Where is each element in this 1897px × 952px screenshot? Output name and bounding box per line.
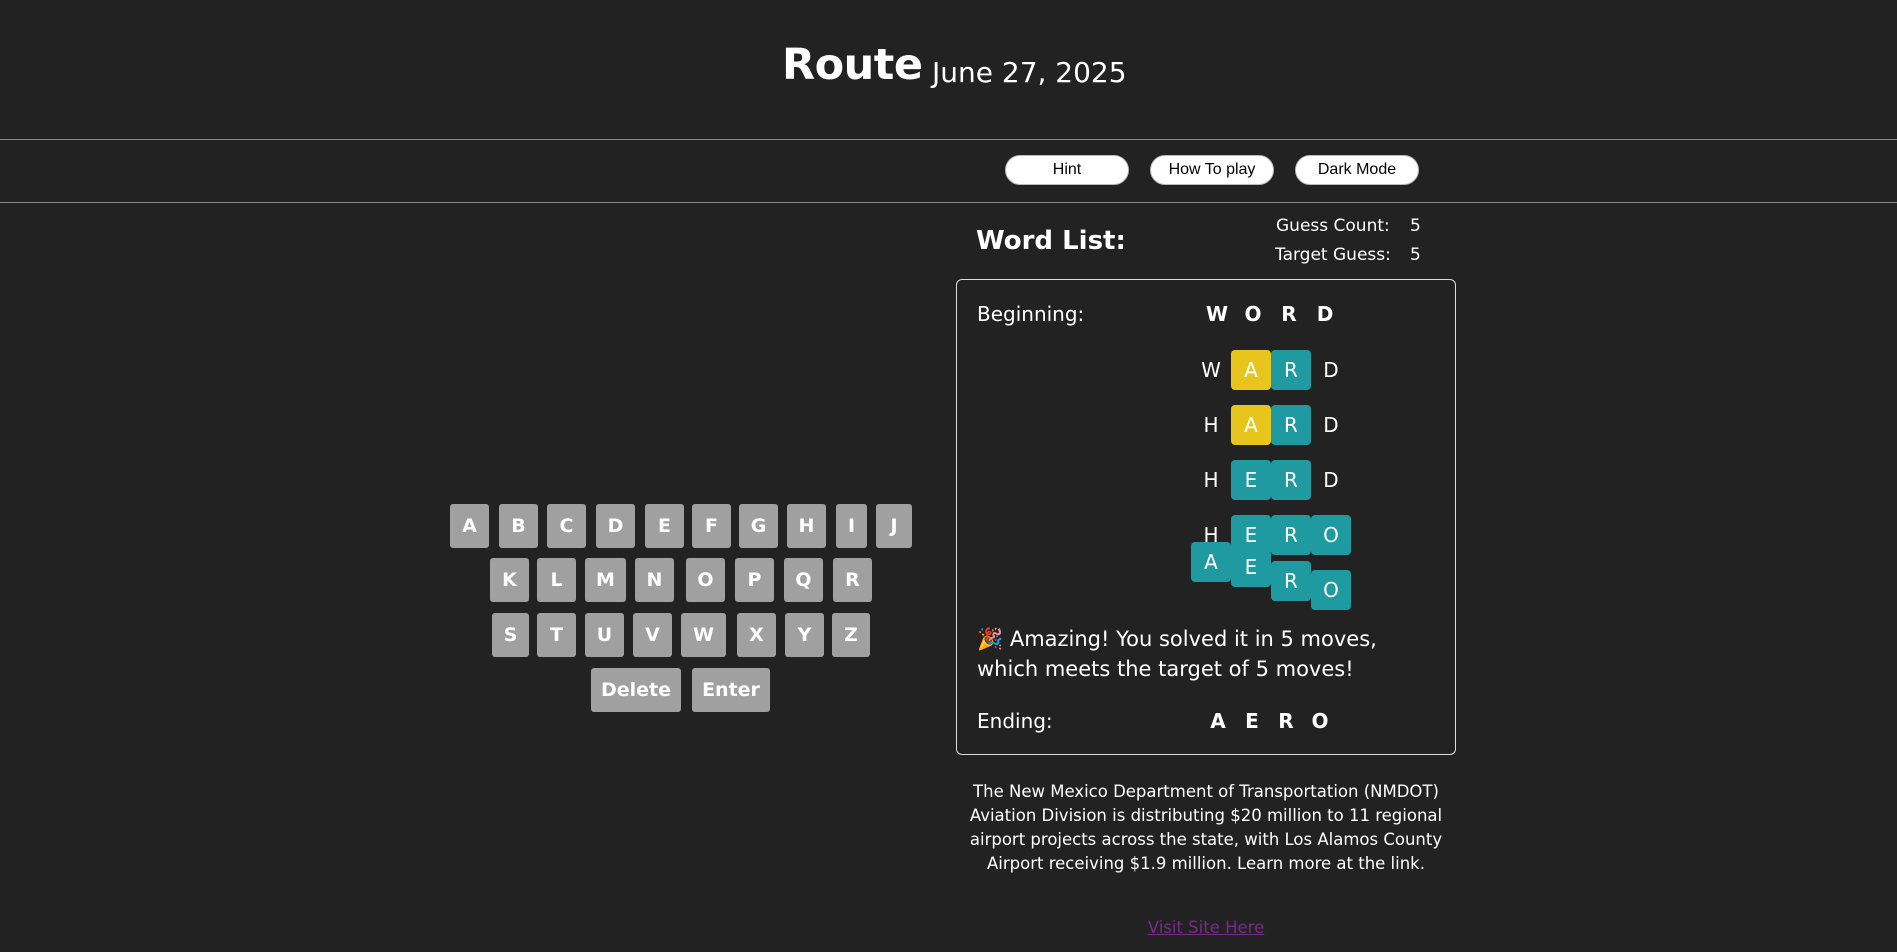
guess-tile: R [1271,405,1311,445]
news-blurb: The New Mexico Department of Transportat… [969,782,1443,873]
beginning-letter: R [1281,302,1297,326]
guess-tile: A [1231,405,1271,445]
guess-tile: D [1323,413,1339,437]
guess-tile: W [1201,358,1221,382]
guess-count-value: 5 [1410,216,1421,236]
key-i[interactable]: I [836,504,867,548]
key-z[interactable]: Z [832,613,870,657]
how-to-play-button[interactable]: How To play [1150,155,1274,185]
beginning-word: WORD [1199,302,1343,326]
key-d[interactable]: D [596,504,635,548]
key-g[interactable]: G [739,504,778,548]
key-f[interactable]: F [692,504,731,548]
enter-key[interactable]: Enter [692,668,770,712]
key-a[interactable]: A [450,504,489,548]
guess-tile: R [1271,515,1311,555]
key-x[interactable]: X [737,613,776,657]
key-v[interactable]: V [633,613,672,657]
ending-label: Ending: [977,709,1053,733]
key-y[interactable]: Y [785,613,824,657]
ending-letter: R [1278,709,1294,733]
guess-tile: A [1231,350,1271,390]
key-m[interactable]: M [585,558,626,602]
result-message: 🎉 Amazing! You solved it in 5 moves, whi… [977,627,1377,681]
guess-tile: H [1203,468,1219,492]
key-t[interactable]: T [537,613,576,657]
guess-tile: R [1271,350,1311,390]
key-u[interactable]: U [585,613,624,657]
key-n[interactable]: N [635,558,674,602]
guess-tile: D [1323,468,1339,492]
key-e[interactable]: E [645,504,684,548]
beginning-letter: W [1205,302,1229,326]
puzzle-date: June 27, 2025 [932,56,1127,89]
key-k[interactable]: K [490,558,529,602]
game-title: Route [782,40,923,90]
visit-site-link[interactable]: Visit Site Here [956,918,1456,937]
key-q[interactable]: Q [784,558,823,602]
toolbar: Hint How To play Dark Mode [0,140,1897,203]
guess-tile: H [1203,413,1219,437]
target-guess-label: Target Guess: [1275,245,1391,265]
guess-tile: E [1231,460,1271,500]
beginning-letter: D [1316,302,1334,326]
guess-tile: R [1271,460,1311,500]
key-s[interactable]: S [492,613,529,657]
guess-tile: D [1323,358,1339,382]
key-c[interactable]: C [547,504,586,548]
key-b[interactable]: B [499,504,538,548]
key-o[interactable]: O [686,558,725,602]
hint-button[interactable]: Hint [1005,155,1129,185]
guess-count-label: Guess Count: [1276,216,1390,236]
key-j[interactable]: J [876,504,912,548]
target-guess-value: 5 [1410,245,1421,265]
delete-key[interactable]: Delete [591,668,681,712]
beginning-letter: O [1244,302,1262,326]
guess-tile: O [1311,515,1351,555]
ending-letter: A [1210,709,1226,733]
guess-tile: E [1231,547,1271,587]
ending-word: AERO [1201,709,1337,733]
page-header: Route June 27, 2025 [0,0,1897,140]
guess-tile: R [1271,561,1311,601]
beginning-label: Beginning: [977,302,1085,326]
word-list-title: Word List: [976,226,1126,256]
key-l[interactable]: L [537,558,576,602]
key-h[interactable]: H [787,504,826,548]
ending-letter: O [1311,709,1329,733]
guess-tile: O [1311,570,1351,610]
key-w[interactable]: W [681,613,726,657]
key-r[interactable]: R [833,558,872,602]
dark-mode-button[interactable]: Dark Mode [1295,155,1419,185]
ending-letter: E [1245,709,1259,733]
key-p[interactable]: P [735,558,774,602]
guess-tile: A [1191,542,1231,582]
